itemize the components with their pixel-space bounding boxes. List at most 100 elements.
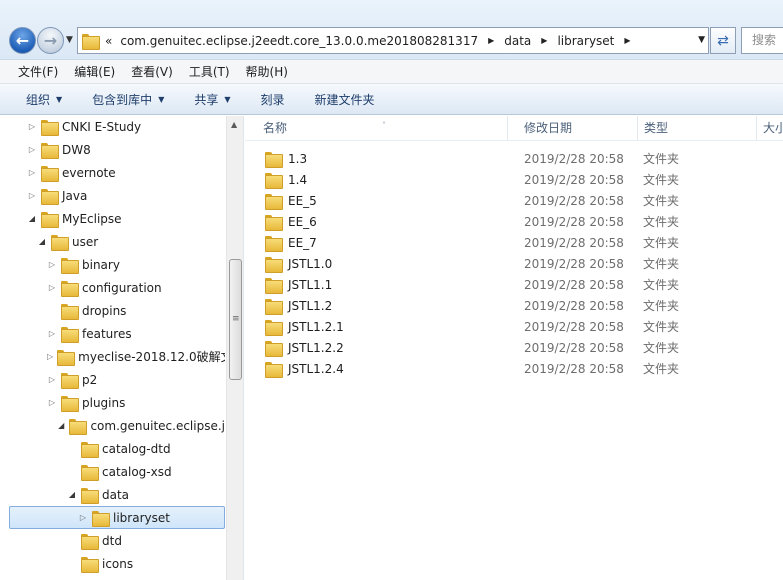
column-name[interactable]: 名称 ˄ (245, 116, 508, 141)
scroll-up-icon[interactable]: ▲ (231, 120, 237, 129)
collapse-icon[interactable]: ◢ (37, 237, 47, 246)
breadcrumb-separator-icon[interactable]: ▶ (624, 36, 630, 45)
address-bar[interactable]: « com.genuitec.eclipse.j2eedt.core_13.0.… (77, 27, 709, 54)
column-size[interactable]: 大小 (757, 116, 783, 141)
file-type: 文件夹 (643, 173, 680, 187)
command-button[interactable]: 新建文件夹 (315, 91, 375, 108)
address-history-dropdown[interactable]: ▼ (698, 35, 705, 45)
back-button[interactable]: ← (9, 27, 36, 54)
folder-icon (61, 326, 79, 343)
expand-icon[interactable]: ▷ (27, 122, 37, 131)
file-type: 文件夹 (643, 215, 680, 229)
expand-icon[interactable]: ▷ (27, 168, 37, 177)
search-input[interactable]: 搜索 (741, 27, 783, 54)
command-button[interactable]: 组织 ▼ (26, 91, 62, 108)
expand-icon[interactable]: ▷ (47, 260, 57, 269)
expand-icon[interactable]: ▷ (78, 513, 88, 522)
menu-item[interactable]: 文件(F) (18, 63, 58, 80)
forward-button[interactable]: → (37, 27, 64, 54)
tree-item[interactable]: ▷ features (9, 322, 225, 345)
scrollbar-thumb[interactable]: ≡ (229, 259, 242, 380)
menu-item[interactable]: 工具(T) (189, 63, 230, 80)
tree-item[interactable]: ▷ libraryset (9, 506, 225, 529)
tree-item[interactable]: ◢ user (9, 230, 225, 253)
file-type: 文件夹 (643, 278, 680, 292)
tree-item[interactable]: ▷ configuration (9, 276, 225, 299)
folder-icon (57, 349, 76, 366)
tree-item[interactable]: dtd (9, 529, 225, 552)
column-type[interactable]: 类型 (638, 116, 757, 141)
expand-icon[interactable]: ▷ (47, 352, 53, 361)
file-date: 2019/2/28 20:58 (524, 151, 624, 166)
folder-icon (61, 303, 79, 320)
tree-item[interactable]: ▷ binary (9, 253, 225, 276)
file-row[interactable]: EE_7 2019/2/28 20:58 文件夹 (261, 232, 781, 253)
breadcrumb-item[interactable]: com.genuitec.eclipse.j2eedt.core_13.0.0.… (120, 34, 478, 48)
folder-icon (265, 235, 283, 252)
collapse-icon[interactable]: ◢ (57, 421, 65, 430)
tree-item-label: icons (102, 556, 134, 571)
tree-item[interactable]: catalog-dtd (9, 437, 225, 460)
tree-item[interactable]: ◢ com.genuitec.eclipse.j (9, 414, 225, 437)
file-row[interactable]: 1.4 2019/2/28 20:58 文件夹 (261, 169, 781, 190)
collapse-icon[interactable]: ◢ (67, 490, 77, 499)
folder-icon (81, 464, 99, 481)
expand-icon[interactable]: ▷ (27, 191, 37, 200)
file-row[interactable]: JSTL1.2.4 2019/2/28 20:58 文件夹 (261, 358, 781, 379)
menu-item[interactable]: 帮助(H) (246, 63, 288, 80)
menu-item[interactable]: 查看(V) (131, 63, 173, 80)
file-type: 文件夹 (643, 257, 680, 271)
file-name: JSTL1.2.2 (288, 340, 344, 355)
tree-item-label: MyEclipse (62, 211, 122, 226)
refresh-button[interactable]: ⇄ (710, 27, 736, 54)
tree-item[interactable]: ▷ Java (9, 184, 225, 207)
menu-item[interactable]: 编辑(E) (74, 63, 115, 80)
command-button[interactable]: 共享 ▼ (194, 91, 230, 108)
tree-item[interactable]: ▷ DW8 (9, 138, 225, 161)
command-button[interactable]: 包含到库中 ▼ (92, 91, 164, 108)
folder-icon (51, 234, 69, 251)
tree-item[interactable]: ▷ p2 (9, 368, 225, 391)
tree-item-label: configuration (82, 280, 162, 295)
file-row[interactable]: JSTL1.0 2019/2/28 20:58 文件夹 (261, 253, 781, 274)
file-row[interactable]: EE_6 2019/2/28 20:58 文件夹 (261, 211, 781, 232)
folder-icon (41, 165, 59, 182)
folder-icon (82, 33, 100, 50)
tree-item[interactable]: icons (9, 552, 225, 575)
command-button[interactable]: 刻录 (261, 91, 285, 108)
tree-item[interactable]: ▷ myeclise-2018.12.0破解文 (9, 345, 225, 368)
tree-item[interactable]: ◢ MyEclipse (9, 207, 225, 230)
column-date[interactable]: 修改日期 (508, 116, 638, 141)
tree-item[interactable]: dropins (9, 299, 225, 322)
tree-item[interactable]: ◢ data (9, 483, 225, 506)
breadcrumb-item[interactable]: libraryset (557, 34, 614, 48)
tree-item[interactable]: catalog-xsd (9, 460, 225, 483)
expand-icon[interactable]: ▷ (27, 145, 37, 154)
breadcrumb-item[interactable]: data (504, 34, 531, 48)
tree-item[interactable]: ▷ plugins (9, 391, 225, 414)
arrow-right-icon: → (43, 31, 58, 50)
file-row[interactable]: JSTL1.1 2019/2/28 20:58 文件夹 (261, 274, 781, 295)
address-area: ← → ▼ « com.genuitec.eclipse.j2eedt.core… (0, 0, 783, 60)
folder-icon (265, 214, 283, 231)
file-name: EE_7 (288, 235, 317, 250)
tree-item[interactable]: ▷ evernote (9, 161, 225, 184)
breadcrumb-separator-icon[interactable]: ▶ (541, 36, 547, 45)
tree-item[interactable]: ▷ CNKI E-Study (9, 116, 225, 138)
breadcrumb-separator-icon[interactable]: ▶ (488, 36, 494, 45)
nav-scrollbar[interactable]: ▲ ≡ (226, 116, 243, 580)
collapse-icon[interactable]: ◢ (27, 214, 37, 223)
expand-icon[interactable]: ▷ (47, 329, 57, 338)
expand-icon[interactable]: ▷ (47, 375, 57, 384)
file-type: 文件夹 (643, 194, 680, 208)
file-row[interactable]: 1.3 2019/2/28 20:58 文件夹 (261, 148, 781, 169)
file-row[interactable]: EE_5 2019/2/28 20:58 文件夹 (261, 190, 781, 211)
recent-pages-dropdown[interactable]: ▼ (66, 35, 73, 45)
file-row[interactable]: JSTL1.2.1 2019/2/28 20:58 文件夹 (261, 316, 781, 337)
file-row[interactable]: JSTL1.2 2019/2/28 20:58 文件夹 (261, 295, 781, 316)
address-overflow[interactable]: « (105, 34, 112, 48)
folder-icon (81, 487, 99, 504)
file-row[interactable]: JSTL1.2.2 2019/2/28 20:58 文件夹 (261, 337, 781, 358)
expand-icon[interactable]: ▷ (47, 283, 57, 292)
expand-icon[interactable]: ▷ (47, 398, 57, 407)
